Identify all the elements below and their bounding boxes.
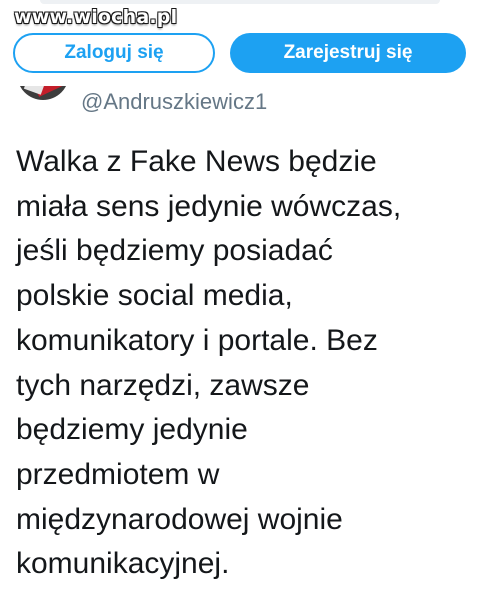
tweet-line: jeśli będziemy posiadać	[16, 234, 333, 268]
tweet-line: miała sens jedynie wówczas,	[16, 189, 402, 223]
tweet-line: polskie social media,	[16, 279, 293, 313]
tweet-author: @Andruszkiewicz1	[0, 86, 480, 116]
author-handle[interactable]: @Andruszkiewicz1	[81, 89, 267, 115]
login-button[interactable]: Zaloguj się	[13, 33, 215, 73]
tweet-line: przedmiotem w	[16, 457, 220, 491]
watermark: www.wiocha.pl	[14, 6, 178, 28]
tweet-line: komunikacyjnej.	[16, 547, 230, 581]
top-divider	[40, 0, 440, 4]
avatar[interactable]	[17, 86, 69, 100]
tweet-line: komunikatory i portale. Bez	[16, 323, 378, 357]
register-button[interactable]: Zarejestruj się	[230, 33, 466, 73]
tweet-line: tych narzędzi, zawsze	[16, 368, 310, 402]
tweet-line: Walka z Fake News będzie	[16, 145, 377, 178]
tweet-line: będziemy jedynie	[16, 413, 248, 447]
tweet-text: Walka z Fake News będzie miała sens jedy…	[16, 140, 466, 587]
tweet-line: międzynarodowej wojnie	[16, 502, 343, 536]
